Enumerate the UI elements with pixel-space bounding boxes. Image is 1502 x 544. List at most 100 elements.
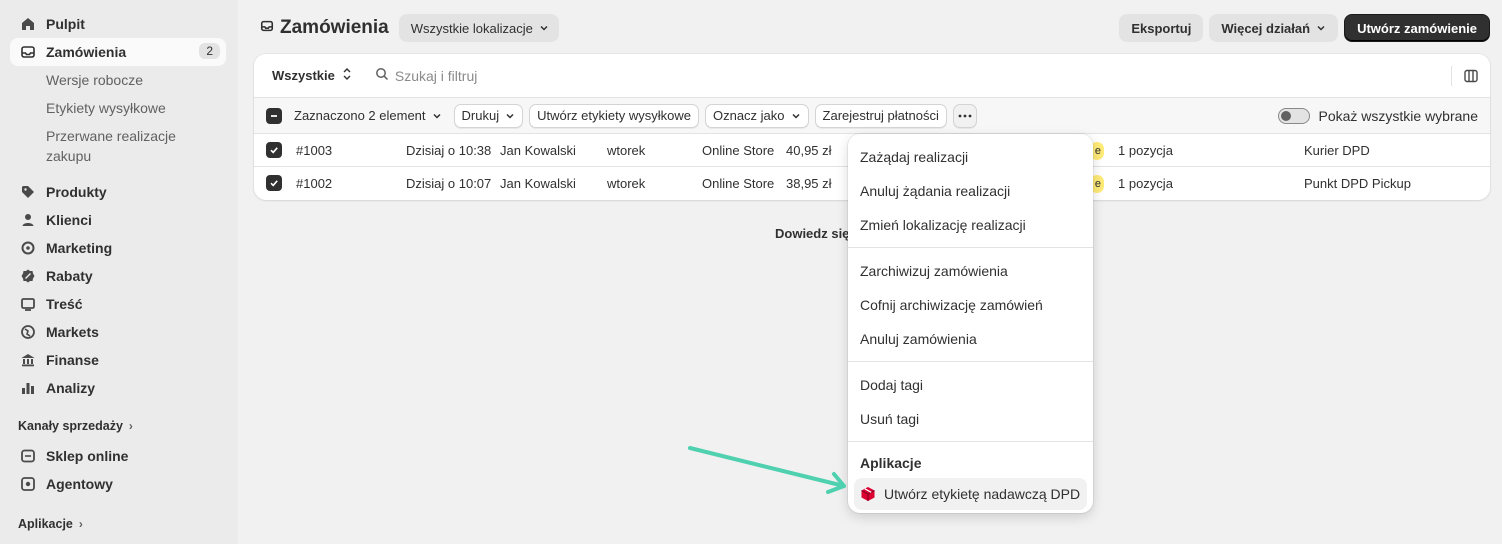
sidebar-item-orders[interactable]: Zamówienia 2 (10, 38, 226, 66)
order-number[interactable]: #1003 (296, 143, 332, 158)
order-date: Dzisiaj o 10:38 (406, 143, 492, 158)
row-checkbox[interactable] (266, 175, 282, 191)
sidebar-item-label: Pulpit (46, 16, 85, 32)
order-delivery: Punkt DPD Pickup (1304, 176, 1411, 191)
create-order-button[interactable]: Utwórz zamówienie (1344, 14, 1490, 42)
tag-icon (20, 184, 36, 200)
menu-item-remove-tags[interactable]: Usuń tagi (854, 402, 1087, 436)
order-items: 1 pozycja (1118, 143, 1173, 158)
order-channel: Online Store (702, 176, 775, 191)
sidebar-subitem-shipping-labels[interactable]: Etykiety wysyłkowe (46, 94, 238, 122)
sidebar-subitem-abandoned-checkouts[interactable]: Przerwane realizacje zakupu (46, 122, 196, 170)
chevron-down-icon (432, 111, 442, 121)
sidebar-item-finances[interactable]: Finanse (10, 346, 226, 374)
sidebar-subitem-drafts[interactable]: Wersje robocze (46, 66, 238, 94)
annotation-arrow-icon (688, 446, 846, 494)
filter-bar: Wszystkie Szukaj i filtruj (254, 54, 1490, 98)
order-channel: Online Store (702, 143, 775, 158)
sidebar-item-label: Analizy (46, 380, 96, 396)
order-day: wtorek (607, 143, 646, 158)
chart-bar-icon (20, 380, 36, 396)
toggle-switch[interactable] (1278, 107, 1311, 124)
export-button[interactable]: Eksportuj (1119, 14, 1204, 42)
sidebar-item-label: Treść (46, 296, 83, 312)
order-customer: Jan Kowalski (500, 176, 576, 191)
show-selected-toggle[interactable]: Pokaż wszystkie wybrane (1278, 107, 1478, 124)
sidebar-item-analytics[interactable]: Analizy (10, 374, 226, 402)
globe-icon (20, 324, 36, 340)
home-icon (20, 16, 36, 32)
discount-icon (20, 268, 36, 284)
sidebar-item-label: Produkty (46, 184, 107, 200)
order-customer: Jan Kowalski (500, 143, 576, 158)
sidebar-item-content[interactable]: Treść (10, 290, 226, 318)
sales-channels-header[interactable]: Kanały sprzedaży › (18, 414, 238, 438)
sidebar-item-label: Agentowy (46, 476, 113, 492)
order-total: 40,95 zł (786, 143, 832, 158)
tab-all[interactable]: Wszystkie (272, 67, 351, 84)
inbox-icon (20, 44, 36, 60)
more-actions-menu: Zażądaj realizacji Anuluj żądania realiz… (848, 134, 1093, 513)
columns-button[interactable] (1451, 65, 1478, 86)
menu-item-create-dpd-label[interactable]: Utwórz etykietę nadawczą DPD (854, 478, 1087, 510)
sidebar-item-agentic[interactable]: Agentowy (10, 470, 226, 498)
chevron-right-icon: › (128, 419, 133, 433)
chevron-down-icon (539, 23, 549, 33)
divider (848, 441, 1093, 442)
inbox-icon (260, 17, 274, 39)
mark-as-button[interactable]: Oznacz jako (704, 103, 809, 128)
chevron-right-icon: › (78, 517, 83, 531)
location-selector[interactable]: Wszystkie lokalizacje (398, 14, 559, 42)
orders-count-badge: 2 (199, 43, 220, 59)
more-bulk-actions-button[interactable] (952, 103, 977, 128)
chevron-down-icon (1316, 23, 1326, 33)
selection-dropdown[interactable]: Zaznaczono 2 element (294, 108, 442, 123)
menu-item-cancel-fulfillment-requests[interactable]: Anuluj żądania realizacji (854, 174, 1087, 208)
divider (848, 361, 1093, 362)
menu-item-cancel-orders[interactable]: Anuluj zamówienia (854, 322, 1087, 356)
more-actions-button[interactable]: Więcej działań (1209, 14, 1339, 42)
row-checkbox[interactable] (266, 142, 282, 158)
create-shipping-labels-button[interactable]: Utwórz etykiety wysyłkowe (529, 103, 699, 128)
select-all-checkbox[interactable] (266, 107, 282, 124)
sidebar: Pulpit Zamówienia 2 Wersje robocze Etyki… (0, 0, 238, 544)
page-header: Zamówienia Wszystkie lokalizacje Eksport… (254, 12, 1490, 44)
sidebar-item-label: Markets (46, 324, 99, 340)
sidebar-item-label: Marketing (46, 240, 113, 256)
chevron-down-icon (505, 111, 515, 121)
sidebar-item-customers[interactable]: Klienci (10, 206, 226, 234)
apps-header[interactable]: Aplikacje › (18, 512, 238, 536)
sidebar-item-home[interactable]: Pulpit (10, 10, 226, 38)
menu-item-unarchive-orders[interactable]: Cofnij archiwizację zamówień (854, 288, 1087, 322)
register-payment-button[interactable]: Zarejestruj płatności (814, 103, 947, 128)
menu-item-change-fulfillment-location[interactable]: Zmień lokalizację realizacji (854, 208, 1087, 242)
menu-item-archive-orders[interactable]: Zarchiwizuj zamówienia (854, 254, 1087, 288)
print-button[interactable]: Drukuj (453, 103, 524, 128)
divider (848, 247, 1093, 248)
columns-icon (1464, 69, 1478, 83)
sidebar-item-label: Sklep online (46, 448, 129, 464)
learn-more-link[interactable]: Dowiedz się (775, 226, 849, 241)
search-input[interactable]: Szukaj i filtruj (375, 67, 477, 84)
target-icon (20, 240, 36, 256)
content-icon (20, 296, 36, 312)
order-items: 1 pozycja (1118, 176, 1173, 191)
sidebar-item-products[interactable]: Produkty (10, 178, 226, 206)
sidebar-item-label: Zamówienia (46, 44, 127, 60)
ellipsis-icon (958, 114, 972, 118)
menu-item-add-tags[interactable]: Dodaj tagi (854, 368, 1087, 402)
chevron-down-icon (791, 111, 801, 121)
order-number[interactable]: #1002 (296, 176, 332, 191)
bank-icon (20, 352, 36, 368)
sidebar-item-markets[interactable]: Markets (10, 318, 226, 346)
sidebar-item-marketing[interactable]: Marketing (10, 234, 226, 262)
person-icon (20, 212, 36, 228)
order-date: Dzisiaj o 10:07 (406, 176, 492, 191)
sidebar-item-discounts[interactable]: Rabaty (10, 262, 226, 290)
search-icon (375, 67, 389, 84)
sidebar-item-online-store[interactable]: Sklep online (10, 442, 226, 470)
order-day: wtorek (607, 176, 646, 191)
menu-item-request-fulfillment[interactable]: Zażądaj realizacji (854, 140, 1087, 174)
menu-section-apps: Aplikacje (860, 455, 922, 471)
agent-icon (20, 476, 36, 492)
